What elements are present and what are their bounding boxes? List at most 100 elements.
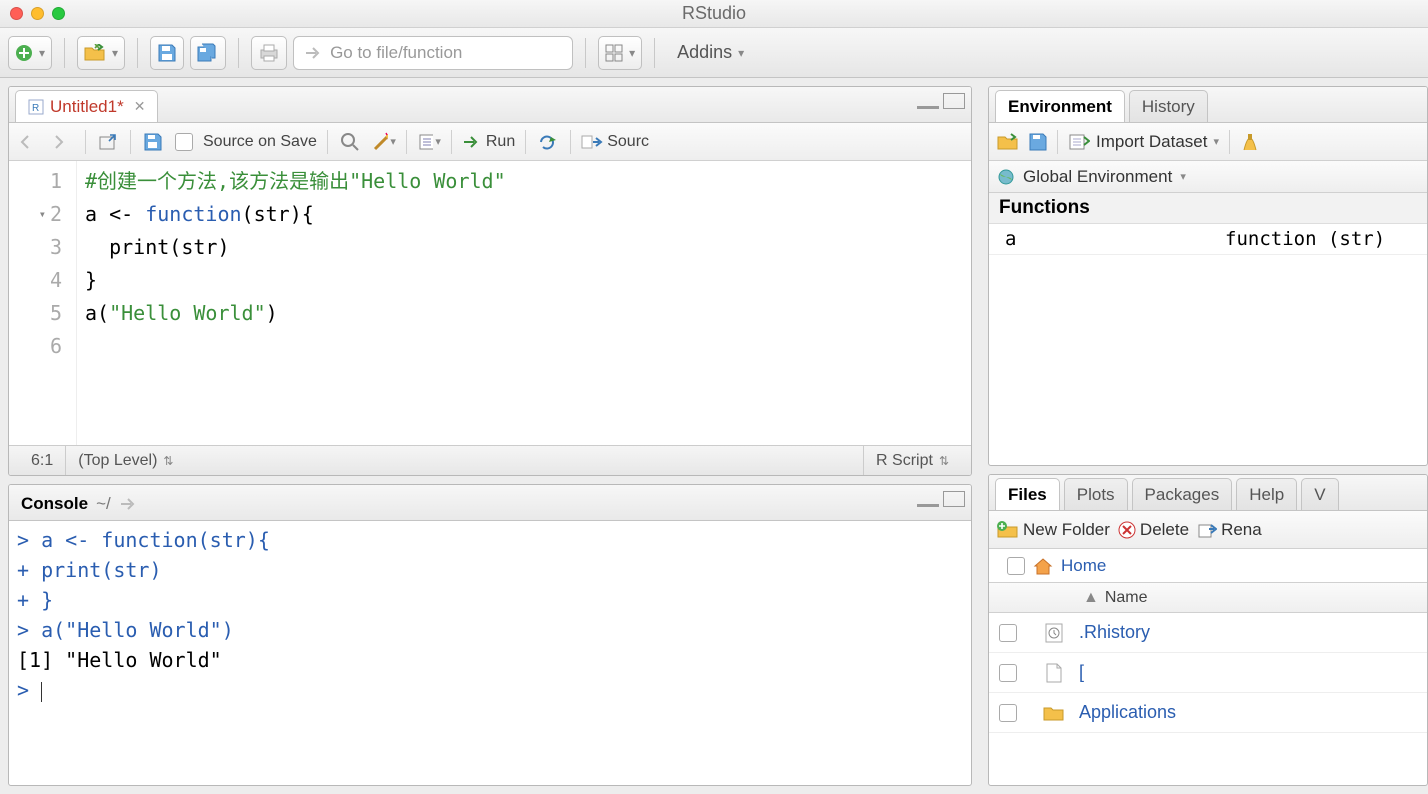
tab-viewer[interactable]: V bbox=[1301, 478, 1338, 510]
forward-button[interactable] bbox=[51, 130, 75, 154]
save-source-button[interactable] bbox=[141, 130, 165, 154]
file-row[interactable]: .Rhistory bbox=[989, 613, 1427, 653]
sort-asc-icon: ▲ bbox=[1083, 589, 1099, 607]
files-toolbar: New Folder Delete Rena bbox=[989, 511, 1427, 549]
find-button[interactable] bbox=[338, 130, 362, 154]
file-row[interactable]: [ bbox=[989, 653, 1427, 693]
maximize-pane-button[interactable] bbox=[943, 93, 965, 109]
grid-button[interactable] bbox=[598, 36, 642, 70]
clear-workspace-button[interactable] bbox=[1240, 132, 1260, 152]
name-column-header[interactable]: ▲ Name bbox=[1079, 589, 1427, 607]
new-folder-icon bbox=[997, 521, 1019, 539]
save-all-button[interactable] bbox=[190, 36, 226, 70]
select-all-checkbox[interactable] bbox=[1007, 557, 1025, 575]
run-button[interactable]: Run bbox=[462, 133, 515, 151]
file-icon bbox=[1044, 662, 1064, 684]
r-file-icon: R bbox=[28, 99, 44, 115]
env-section-header: Functions bbox=[989, 193, 1427, 224]
print-button[interactable] bbox=[251, 36, 287, 70]
source-button[interactable]: Sourc bbox=[581, 133, 649, 151]
rerun-button[interactable] bbox=[536, 130, 560, 154]
app-title: RStudio bbox=[682, 3, 746, 24]
env-toolbar: Import Dataset ▾ bbox=[989, 123, 1427, 161]
source-tab[interactable]: R Untitled1* ✕ bbox=[15, 90, 158, 122]
scope-selector[interactable]: (Top Level) ⇅ bbox=[65, 446, 863, 475]
console-output[interactable]: > a <- function(str){ + print(str) + } >… bbox=[9, 521, 971, 785]
code-editor[interactable]: 1 ▾2 3 4 5 6 #创建一个方法,该方法是输出"Hello World"… bbox=[9, 161, 971, 445]
file-name[interactable]: Applications bbox=[1079, 702, 1427, 723]
editor-content[interactable]: #创建一个方法,该方法是输出"Hello World" a <- functio… bbox=[77, 161, 514, 445]
language-selector[interactable]: R Script ⇅ bbox=[863, 446, 961, 475]
tab-environment[interactable]: Environment bbox=[995, 90, 1125, 122]
file-row[interactable]: Applications bbox=[989, 693, 1427, 733]
rename-icon bbox=[1197, 521, 1217, 539]
goto-placeholder: Go to file/function bbox=[330, 43, 462, 63]
env-scope-selector[interactable]: Global Environment ▾ bbox=[989, 161, 1427, 193]
print-icon bbox=[258, 43, 280, 63]
tab-packages[interactable]: Packages bbox=[1132, 478, 1233, 510]
console-popout-icon[interactable] bbox=[119, 497, 137, 511]
goto-input[interactable]: Go to file/function bbox=[293, 36, 573, 70]
wand-button[interactable]: ▾ bbox=[372, 130, 396, 154]
maximize-pane-button[interactable] bbox=[943, 491, 965, 507]
minimize-window-button[interactable] bbox=[31, 7, 44, 20]
save-button[interactable] bbox=[150, 36, 184, 70]
row-checkbox[interactable] bbox=[999, 624, 1017, 642]
delete-button[interactable]: Delete bbox=[1118, 520, 1189, 540]
files-tabbar: Files Plots Packages Help V bbox=[989, 475, 1427, 511]
main-toolbar: Go to file/function Addins ▾ bbox=[0, 28, 1428, 78]
updown-icon: ⇅ bbox=[939, 454, 949, 468]
home-icon bbox=[1033, 557, 1053, 575]
new-folder-button[interactable]: New Folder bbox=[997, 520, 1110, 540]
grid-icon bbox=[605, 44, 623, 62]
row-checkbox[interactable] bbox=[999, 664, 1017, 682]
minimize-pane-button[interactable] bbox=[917, 491, 939, 507]
source-toolbar: Source on Save ▾ ▾ Run Sourc bbox=[9, 123, 971, 161]
back-button[interactable] bbox=[17, 130, 41, 154]
folder-open-icon bbox=[84, 44, 106, 62]
breadcrumb-home[interactable]: Home bbox=[1061, 556, 1106, 576]
source-statusbar: 6:1 (Top Level) ⇅ R Script ⇅ bbox=[9, 445, 971, 475]
close-window-button[interactable] bbox=[10, 7, 23, 20]
updown-icon: ⇅ bbox=[163, 454, 173, 468]
environment-pane: Environment History Import Dataset ▾ Glo… bbox=[988, 86, 1428, 466]
rename-button[interactable]: Rena bbox=[1197, 520, 1262, 540]
save-workspace-button[interactable] bbox=[1029, 133, 1047, 151]
fold-icon[interactable]: ▾ bbox=[39, 198, 46, 231]
row-checkbox[interactable] bbox=[999, 704, 1017, 722]
zoom-window-button[interactable] bbox=[52, 7, 65, 20]
addins-menu[interactable]: Addins ▾ bbox=[667, 42, 754, 63]
tab-files[interactable]: Files bbox=[995, 478, 1060, 510]
chevron-down-icon: ▾ bbox=[1180, 170, 1186, 183]
arrow-right-icon bbox=[304, 44, 322, 62]
file-name[interactable]: [ bbox=[1079, 662, 1427, 683]
source-on-save-checkbox[interactable] bbox=[175, 133, 193, 151]
show-in-new-window-button[interactable] bbox=[96, 130, 120, 154]
new-file-button[interactable] bbox=[8, 36, 52, 70]
notebook-button[interactable]: ▾ bbox=[417, 130, 441, 154]
env-item-name: a bbox=[989, 224, 1209, 254]
titlebar: RStudio bbox=[0, 0, 1428, 28]
tab-history[interactable]: History bbox=[1129, 90, 1208, 122]
source-icon bbox=[581, 134, 603, 150]
files-pane: Files Plots Packages Help V New Folder D… bbox=[988, 474, 1428, 786]
minimize-pane-button[interactable] bbox=[917, 93, 939, 109]
tab-help[interactable]: Help bbox=[1236, 478, 1297, 510]
plus-icon bbox=[15, 44, 33, 62]
svg-text:R: R bbox=[32, 103, 39, 114]
import-dataset-button[interactable]: Import Dataset ▾ bbox=[1068, 132, 1219, 152]
env-item-value: function (str) bbox=[1209, 224, 1427, 254]
env-tabbar: Environment History bbox=[989, 87, 1427, 123]
close-tab-icon[interactable]: ✕ bbox=[134, 98, 146, 115]
console-pane: Console ~/ > a <- function(str){ + print… bbox=[8, 484, 972, 786]
console-tabbar: Console ~/ bbox=[9, 485, 971, 521]
cursor-position: 6:1 bbox=[19, 446, 65, 475]
open-file-button[interactable] bbox=[77, 36, 125, 70]
source-tabbar: R Untitled1* ✕ bbox=[9, 87, 971, 123]
env-row[interactable]: a function (str) bbox=[989, 224, 1427, 255]
tab-plots[interactable]: Plots bbox=[1064, 478, 1128, 510]
save-all-icon bbox=[197, 43, 219, 63]
console-title: Console bbox=[21, 494, 88, 514]
load-workspace-button[interactable] bbox=[997, 133, 1019, 151]
file-name[interactable]: .Rhistory bbox=[1079, 622, 1427, 643]
